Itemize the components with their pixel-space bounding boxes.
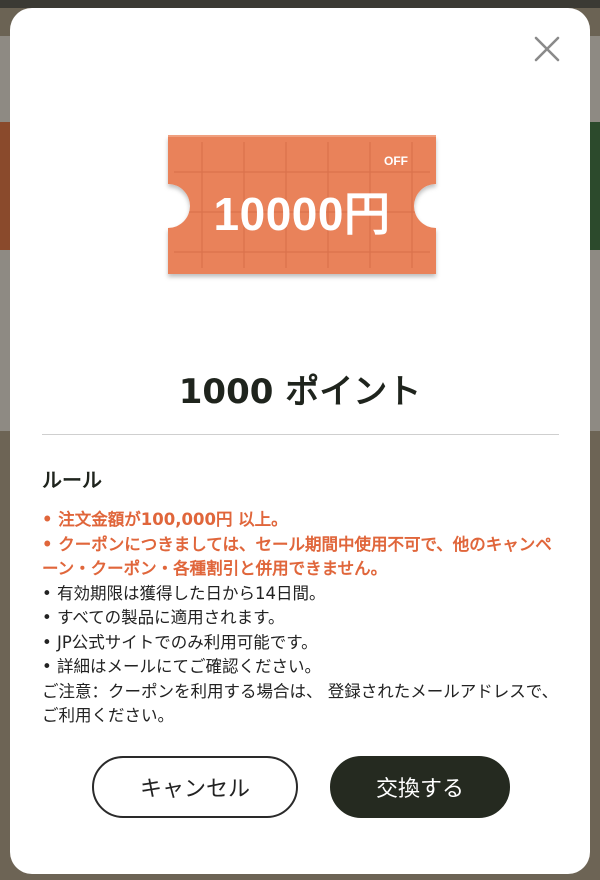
divider — [42, 434, 559, 435]
rule-item: • 詳細はメールにてご確認ください。 — [42, 657, 321, 676]
rule-item: • すべての製品に適用されます。 — [42, 608, 285, 627]
coupon-image: OFF 10000円 — [160, 132, 444, 282]
close-icon — [534, 36, 560, 62]
rules-list: • 注文金額が100,000円 以上。 • クーポンにつきましては、セール期間中… — [42, 508, 562, 729]
exchange-dialog: OFF 10000円 1000 ポイント ルール • 注文金額が100,000円… — [10, 8, 590, 874]
rules-heading: ルール — [42, 468, 102, 492]
rule-item: • 有効期限は獲得した日から14日間。 — [42, 583, 326, 603]
points-cost: 1000 ポイント — [178, 372, 422, 412]
rule-item: • JP公式サイトでのみ利用可能です。 — [42, 632, 318, 652]
coupon-amount: 10000円 — [213, 188, 391, 240]
background-card-right — [590, 122, 600, 250]
exchange-button[interactable]: 交換する — [330, 756, 510, 818]
coupon-off-badge: OFF — [384, 154, 408, 168]
close-button[interactable] — [532, 34, 562, 64]
rule-note: ご注意：クーポンを利用する場合は、 登録されたメールアドレスで、ご利用ください。 — [42, 681, 559, 726]
rule-highlight-item: • クーポンにつきましては、セール期間中使用不可で、他のキャンペーン・クーポン・… — [42, 534, 552, 579]
background-topbar — [0, 0, 600, 8]
rule-highlight-item: • 注文金額が100,000円 以上。 — [42, 510, 288, 529]
cancel-button[interactable]: キャンセル — [92, 756, 298, 818]
